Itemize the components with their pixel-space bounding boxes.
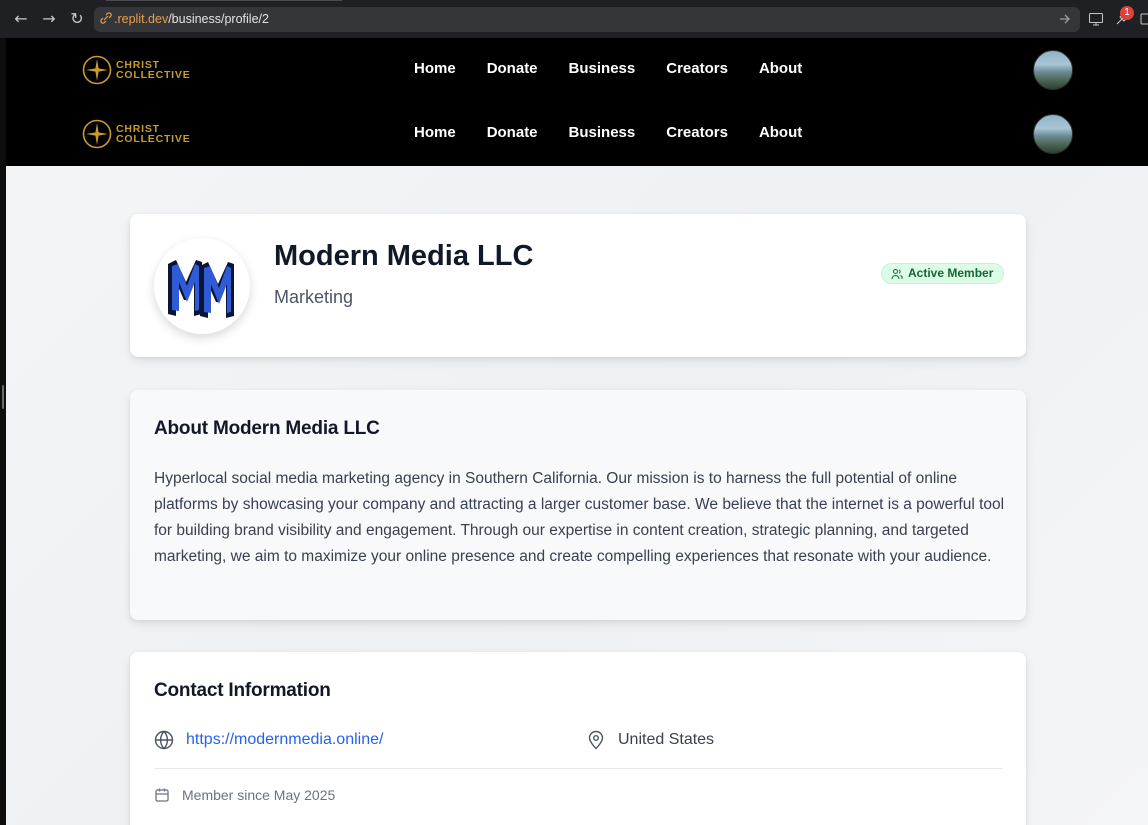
nav-donate[interactable]: Donate xyxy=(487,60,538,77)
window-icon[interactable] xyxy=(1140,11,1148,27)
status-label: Active Member xyxy=(908,266,994,280)
star-cross-icon xyxy=(82,119,112,149)
browser-toolbar: ← → ↻ .replit.dev/business/profile/2 1 xyxy=(0,0,1148,38)
divider xyxy=(154,768,1002,769)
star-cross-icon xyxy=(82,55,112,85)
go-arrow-icon[interactable] xyxy=(1058,12,1072,26)
nav-about[interactable]: About xyxy=(759,60,802,77)
contact-row: https://modernmedia.online/ United State… xyxy=(154,729,1002,755)
calendar-icon xyxy=(155,788,169,802)
user-avatar[interactable] xyxy=(1033,50,1073,90)
main-nav: Home Donate Business Creators About xyxy=(414,124,833,141)
map-pin-icon xyxy=(588,730,604,750)
about-description: Hyperlocal social media marketing agency… xyxy=(154,470,1005,565)
business-name: Modern Media LLC xyxy=(274,240,534,272)
nav-business[interactable]: Business xyxy=(569,124,636,141)
users-icon xyxy=(891,269,903,280)
nav-creators[interactable]: Creators xyxy=(666,124,728,141)
profile-card: Modern Media LLC Marketing Active Member xyxy=(130,214,1026,357)
nav-donate[interactable]: Donate xyxy=(487,124,538,141)
status-badge: Active Member xyxy=(881,263,1005,284)
contact-card: Contact Information https://modernmedia.… xyxy=(130,652,1026,825)
reload-icon[interactable]: ↻ xyxy=(68,10,86,28)
tab-strip xyxy=(106,0,342,2)
member-since-text: Member since May 2025 xyxy=(182,787,336,803)
address-bar[interactable]: .replit.dev/business/profile/2 xyxy=(94,7,1080,32)
nav-business[interactable]: Business xyxy=(569,60,636,77)
nav-bar: CHRIST COLLECTIVE Home Donate Business Cr… xyxy=(6,38,1148,102)
website-link[interactable]: https://modernmedia.online/ xyxy=(186,731,383,749)
business-logo xyxy=(154,238,250,334)
link-icon xyxy=(100,12,112,24)
contact-title: Contact Information xyxy=(154,680,331,701)
nav-home[interactable]: Home xyxy=(414,124,456,141)
nav-home[interactable]: Home xyxy=(414,60,456,77)
brand-name: CHRIST COLLECTIVE xyxy=(116,123,191,145)
url-path: /business/profile/2 xyxy=(168,12,269,26)
nav-about[interactable]: About xyxy=(759,124,802,141)
notification-badge: 1 xyxy=(1120,6,1134,20)
resize-handle[interactable] xyxy=(2,385,4,409)
url-text: .replit.dev/business/profile/2 xyxy=(114,12,269,26)
site-header: CHRIST COLLECTIVE Home Donate Business Cr… xyxy=(6,38,1148,166)
brand-logo[interactable]: CHRIST COLLECTIVE xyxy=(82,118,192,150)
main-nav: Home Donate Business Creators About xyxy=(414,60,833,77)
forward-arrow-icon[interactable]: → xyxy=(40,10,58,28)
mm-logo-image xyxy=(168,260,234,318)
business-category: Marketing xyxy=(274,287,354,307)
globe-icon xyxy=(154,730,174,750)
nav-creators[interactable]: Creators xyxy=(666,60,728,77)
url-host: .replit.dev xyxy=(114,12,169,26)
brand-logo[interactable]: CHRIST COLLECTIVE xyxy=(82,54,192,86)
about-card: About Modern Media LLC Hyperlocal social… xyxy=(130,390,1026,620)
user-avatar[interactable] xyxy=(1033,114,1073,154)
about-title: About Modern Media LLC xyxy=(154,418,380,439)
main-content: Modern Media LLC Marketing Active Member… xyxy=(6,166,1148,825)
monitor-icon[interactable] xyxy=(1088,11,1104,27)
back-arrow-icon[interactable]: ← xyxy=(12,10,30,28)
location-text: United States xyxy=(618,731,715,748)
brand-name: CHRIST COLLECTIVE xyxy=(116,59,191,81)
nav-bar-duplicate: CHRIST COLLECTIVE Home Donate Business Cr… xyxy=(6,102,1148,166)
